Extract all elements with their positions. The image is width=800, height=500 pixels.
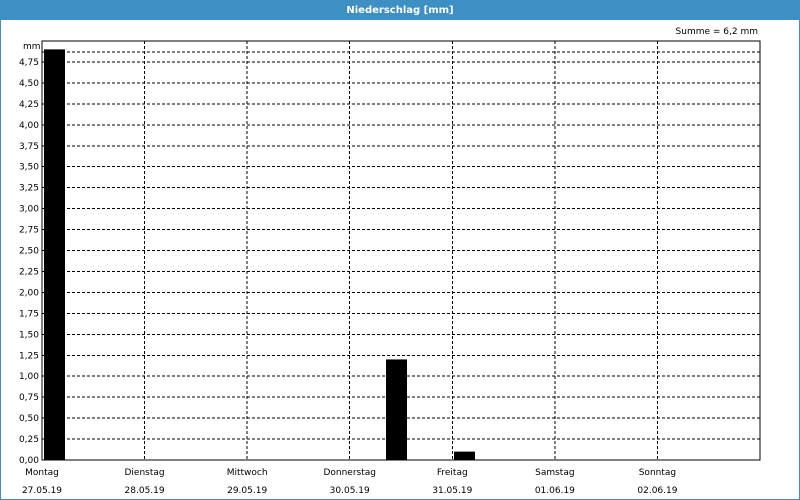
y-axis-unit: mm: [23, 42, 41, 52]
bar: [454, 451, 475, 460]
y-tick-label: 0,50: [19, 414, 39, 424]
x-day-label: Samstag: [535, 468, 574, 478]
y-tick-label: 1,00: [19, 372, 39, 382]
x-date-label: 31.05.19: [432, 486, 472, 496]
x-date-label: 27.05.19: [22, 486, 62, 496]
x-day-label: Freitag: [437, 468, 468, 478]
y-tick-label: 1,50: [19, 330, 39, 340]
y-tick-label: 3,75: [19, 142, 39, 152]
y-tick-label: 1,25: [19, 351, 39, 361]
x-date-label: 01.06.19: [535, 486, 575, 496]
y-tick-label: 0,75: [19, 393, 39, 403]
chart-window: Niederschlag [mm] Summe = 6,2 mm 0,00 0,2…: [0, 0, 800, 500]
y-tick-label: 4,75: [19, 58, 39, 68]
x-day-label: Dienstag: [125, 468, 165, 478]
bar: [44, 49, 65, 460]
bar: [386, 359, 407, 460]
y-tick-label: 3,50: [19, 163, 39, 173]
x-date-label: 02.06.19: [637, 486, 677, 496]
tick-labels: 0,00 0,25 0,50 0,75 1,00 1,25 1,50 1,75 2,00 2,25…: [19, 42, 678, 496]
y-tick-label: 2,50: [19, 247, 39, 257]
x-day-label: Sonntag: [639, 468, 676, 478]
y-tick-label: 4,50: [19, 79, 39, 89]
x-day-label: Donnerstag: [323, 468, 376, 478]
x-date-label: 30.05.19: [330, 486, 370, 496]
x-date-label: 29.05.19: [227, 486, 267, 496]
y-tick-label: 0,00: [19, 456, 39, 466]
y-tick-label: 1,75: [19, 309, 39, 319]
y-tick-label: 0,25: [19, 435, 39, 445]
x-day-label: Montag: [25, 468, 59, 478]
x-date-label: 28.05.19: [125, 486, 165, 496]
y-tick-label: 3,00: [19, 205, 39, 215]
y-tick-label: 2,00: [19, 288, 39, 298]
precipitation-chart: 0,00 0,25 0,50 0,75 1,00 1,25 1,50 1,75 2,00 2,25…: [19, 40, 761, 496]
y-tick-label: 2,75: [19, 226, 39, 236]
bars: [44, 49, 475, 460]
y-tick-label: 4,25: [19, 100, 39, 110]
y-tick-label: 4,00: [19, 121, 39, 131]
y-tick-label: 2,25: [19, 267, 39, 277]
x-day-label: Mittwoch: [227, 468, 268, 478]
y-tick-label: 3,25: [19, 184, 39, 194]
